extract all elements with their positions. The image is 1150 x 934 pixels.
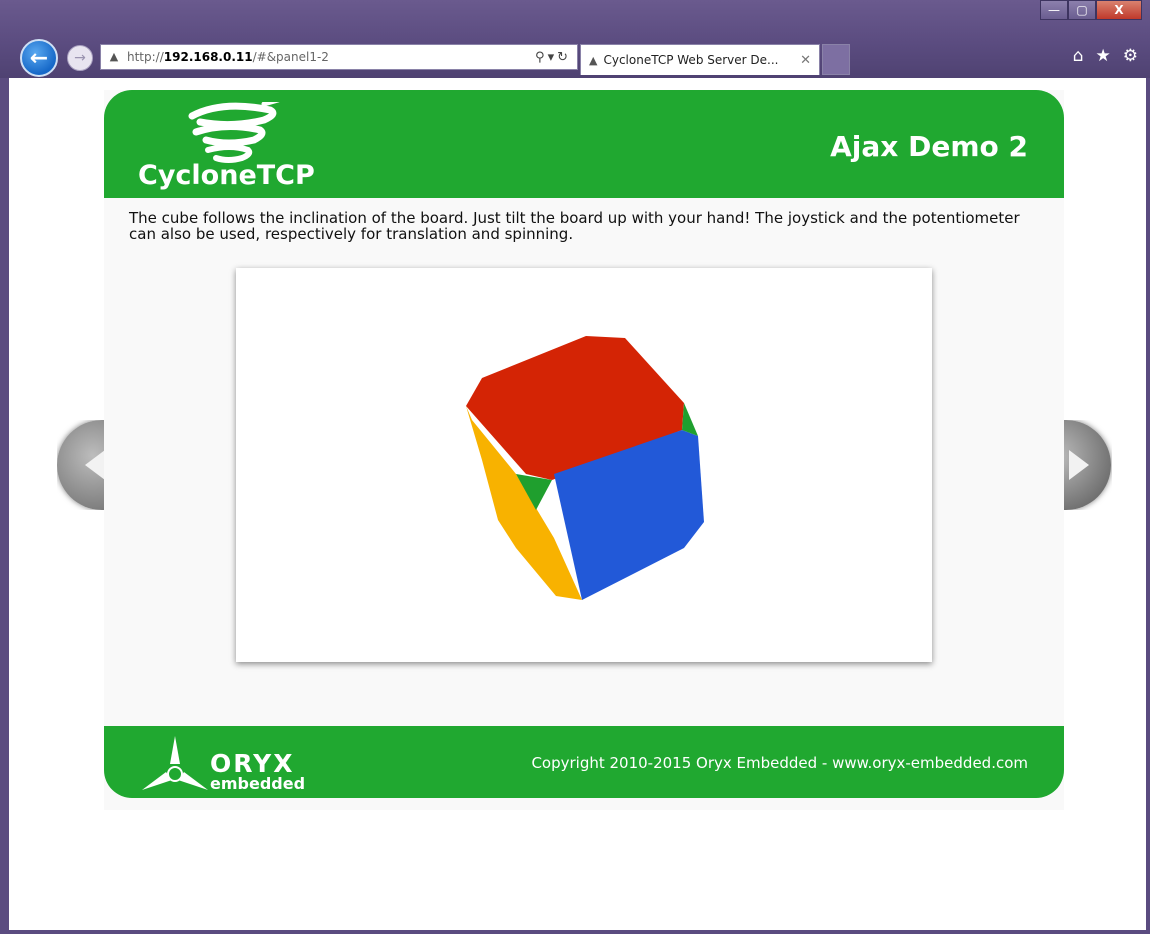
cyclone-swirl-icon <box>188 102 280 163</box>
cyclonetcp-logo: CycloneTCP <box>138 102 348 192</box>
search-icon[interactable]: ⚲ <box>535 50 548 65</box>
cube-3d-render <box>466 336 704 600</box>
tab-favicon-icon: ▲ <box>589 53 598 67</box>
chevron-left-icon <box>85 450 104 480</box>
new-tab-button[interactable] <box>822 44 850 75</box>
address-tools: ⚲▾↻ <box>535 50 571 65</box>
home-icon[interactable]: ⌂ <box>1073 46 1084 66</box>
close-window-button[interactable]: X <box>1096 0 1142 20</box>
window-border-left <box>0 78 9 934</box>
url-host: 192.168.0.11 <box>163 50 253 64</box>
brand-name: CycloneTCP <box>138 160 315 191</box>
refresh-icon[interactable]: ↻ <box>557 50 571 65</box>
tab-title: CycloneTCP Web Server De... <box>603 53 779 67</box>
site-favicon-icon: ▲ <box>109 50 119 63</box>
maximize-button[interactable]: ▢ <box>1068 0 1096 20</box>
tab-close-icon[interactable]: ✕ <box>800 53 811 68</box>
back-button[interactable]: ← <box>20 39 58 77</box>
tab-active[interactable]: ▲ CycloneTCP Web Server De... ✕ <box>580 44 820 75</box>
settings-gear-icon[interactable]: ⚙ <box>1123 46 1138 66</box>
favorites-star-icon[interactable]: ★ <box>1096 46 1111 66</box>
oryx-logo-sub: embedded <box>210 774 306 793</box>
url-prefix: http:// <box>127 50 164 64</box>
forward-arrow-icon: → <box>74 50 86 66</box>
page-header: CycloneTCP Ajax Demo 2 <box>104 90 1064 198</box>
cube-canvas <box>236 268 932 662</box>
oryx-embedded-logo: ORYX embedded <box>140 734 330 794</box>
back-arrow-icon: ← <box>29 45 49 71</box>
page-title: Ajax Demo 2 <box>830 130 1028 163</box>
page-footer: ORYX embedded Copyright 2010-2015 Oryx E… <box>104 726 1064 798</box>
forward-button[interactable]: → <box>67 45 93 71</box>
address-bar[interactable]: ▲ http://192.168.0.11/#&panel1-2 ⚲▾↻ <box>100 44 578 70</box>
previous-panel-button[interactable] <box>57 420 104 510</box>
oryx-logo-word: ORYX <box>210 749 295 778</box>
url-path: /#&panel1-2 <box>252 50 329 64</box>
window-border-right <box>1146 78 1150 934</box>
window-border-bottom <box>0 930 1150 934</box>
minimize-button[interactable]: — <box>1040 0 1068 20</box>
copyright-text: Copyright 2010-2015 Oryx Embedded - www.… <box>531 754 1028 772</box>
description-text: The cube follows the inclination of the … <box>129 209 1020 243</box>
dropdown-icon[interactable]: ▾ <box>548 50 558 65</box>
window-controls: — ▢ X <box>1040 0 1142 20</box>
chevron-right-icon <box>1069 450 1089 480</box>
browser-toolbar-icons: ⌂ ★ ⚙ <box>1073 46 1138 66</box>
oryx-triangle-icon <box>142 736 208 790</box>
next-panel-button[interactable] <box>1064 420 1112 510</box>
